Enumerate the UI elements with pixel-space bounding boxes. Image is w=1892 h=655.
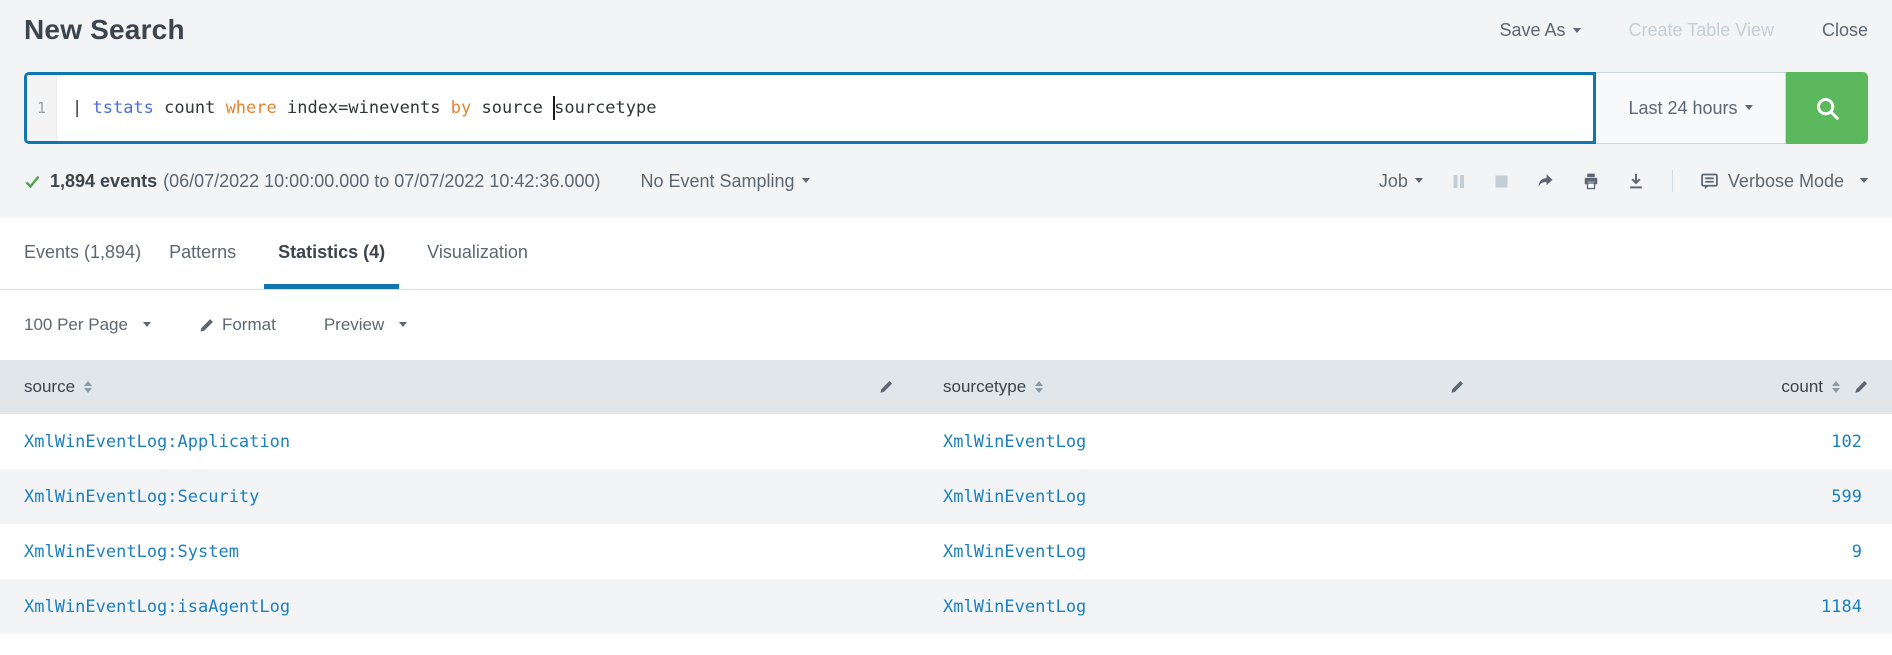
query-text: index=winevents (276, 98, 451, 118)
format-button[interactable]: Format (199, 315, 276, 335)
line-number: 1 (36, 99, 47, 117)
cell-source[interactable]: XmlWinEventLog:isaAgentLog (0, 579, 919, 634)
job-controls: Job Verbose Mode (1379, 170, 1868, 192)
save-as-button[interactable]: Save As (1499, 20, 1581, 41)
cell-count[interactable]: 102 (1490, 414, 1892, 469)
event-sampling-selector[interactable]: No Event Sampling (640, 171, 810, 192)
caret-down-icon (142, 321, 151, 327)
search-bar: 1 | tstats count where index=winevents b… (24, 72, 1868, 144)
edit-column-icon[interactable] (1450, 380, 1464, 394)
results-tabs: Events (1,894) Patterns Statistics (4) V… (0, 218, 1892, 290)
table-header-row: source sourcetype count (0, 360, 1892, 414)
success-check-icon (24, 173, 41, 190)
line-number-gutter: 1 (27, 75, 57, 141)
cell-source[interactable]: XmlWinEventLog:System (0, 524, 919, 579)
query-command: tstats (92, 98, 154, 118)
results-toolbar: 100 Per Page Format Preview (0, 290, 1892, 360)
cell-source[interactable]: XmlWinEventLog:Application (0, 414, 919, 469)
cell-sourcetype[interactable]: XmlWinEventLog (919, 414, 1490, 469)
time-range-label: Last 24 hours (1628, 97, 1738, 118)
events-summary: 1,894 events (06/07/2022 10:00:00.000 to… (24, 171, 810, 192)
paintbrush-icon (200, 318, 213, 332)
caret-down-icon (801, 178, 810, 184)
caret-down-icon (399, 321, 408, 327)
search-mode-label: Verbose Mode (1727, 170, 1844, 191)
tab-events[interactable]: Events (1,894) (24, 218, 141, 289)
sort-source-header[interactable]: source (24, 377, 93, 397)
column-label-source: source (24, 377, 76, 396)
export-download-icon[interactable] (1627, 172, 1645, 190)
cell-count[interactable]: 1184 (1490, 579, 1892, 634)
tab-visualization[interactable]: Visualization (427, 218, 528, 289)
magnifier-icon (1816, 97, 1839, 120)
pause-job-icon (1450, 173, 1467, 190)
query-text: count (153, 98, 226, 118)
table-row: XmlWinEventLog:Application XmlWinEventLo… (0, 414, 1892, 469)
per-page-selector[interactable]: 100 Per Page (24, 315, 151, 335)
cell-source[interactable]: XmlWinEventLog:Security (0, 469, 919, 524)
caret-down-icon (1744, 104, 1753, 110)
sort-icon (84, 381, 93, 393)
tab-statistics[interactable]: Statistics (4) (264, 218, 400, 289)
caret-down-icon (1572, 27, 1581, 33)
title-row: New Search Save As Create Table View Clo… (24, 14, 1868, 54)
query-text: source (471, 98, 554, 118)
edit-column-icon[interactable] (1854, 380, 1868, 394)
cell-sourcetype[interactable]: XmlWinEventLog (919, 524, 1490, 579)
search-query-input[interactable]: | tstats count where index=winevents by … (57, 75, 1593, 141)
sort-count-header[interactable]: count (1781, 377, 1840, 397)
create-table-view-button: Create Table View (1628, 20, 1774, 40)
cell-count[interactable]: 9 (1490, 524, 1892, 579)
share-job-icon[interactable] (1536, 172, 1555, 190)
divider (1671, 170, 1673, 192)
query-text: sourcetype (554, 98, 657, 118)
cell-count[interactable]: 599 (1490, 469, 1892, 524)
column-label-sourcetype: sourcetype (943, 377, 1027, 396)
tab-patterns[interactable]: Patterns (169, 218, 236, 289)
table-row: XmlWinEventLog:isaAgentLog XmlWinEventLo… (0, 579, 1892, 634)
search-header-section: New Search Save As Create Table View Clo… (0, 0, 1892, 218)
column-label-count: count (1781, 377, 1823, 396)
sort-icon (1035, 381, 1044, 393)
preview-selector[interactable]: Preview (324, 315, 408, 335)
job-menu-button[interactable]: Job (1379, 171, 1423, 192)
top-actions: Save As Create Table View Close (1499, 14, 1868, 41)
caret-down-icon (1414, 178, 1423, 184)
page-title: New Search (24, 14, 185, 45)
cell-sourcetype[interactable]: XmlWinEventLog (919, 469, 1490, 524)
events-count: 1,894 events (50, 170, 158, 191)
query-pipe: | (72, 98, 93, 118)
time-range-picker[interactable]: Last 24 hours (1596, 72, 1786, 144)
sort-icon (1832, 381, 1840, 393)
close-button[interactable]: Close (1822, 20, 1868, 41)
table-row: XmlWinEventLog:System XmlWinEventLog 9 (0, 524, 1892, 579)
stop-job-icon (1494, 174, 1509, 189)
verbose-mode-icon (1701, 173, 1718, 189)
cell-sourcetype[interactable]: XmlWinEventLog (919, 579, 1490, 634)
caret-down-icon (1860, 177, 1868, 183)
search-query-editor[interactable]: 1 | tstats count where index=winevents b… (24, 72, 1596, 144)
events-time-span: (06/07/2022 10:00:00.000 to 07/07/2022 1… (163, 170, 601, 191)
query-keyword-where: where (225, 98, 277, 118)
job-status-bar: 1,894 events (06/07/2022 10:00:00.000 to… (24, 160, 1868, 202)
search-button[interactable] (1786, 72, 1868, 144)
edit-column-icon[interactable] (879, 380, 893, 394)
table-row: XmlWinEventLog:Security XmlWinEventLog 5… (0, 469, 1892, 524)
sort-sourcetype-header[interactable]: sourcetype (943, 377, 1044, 397)
search-mode-selector[interactable]: Verbose Mode (1700, 171, 1868, 192)
query-keyword-by: by (450, 98, 472, 118)
print-icon[interactable] (1582, 172, 1600, 190)
statistics-table: source sourcetype count XmlWinEventLog:A… (0, 360, 1892, 634)
